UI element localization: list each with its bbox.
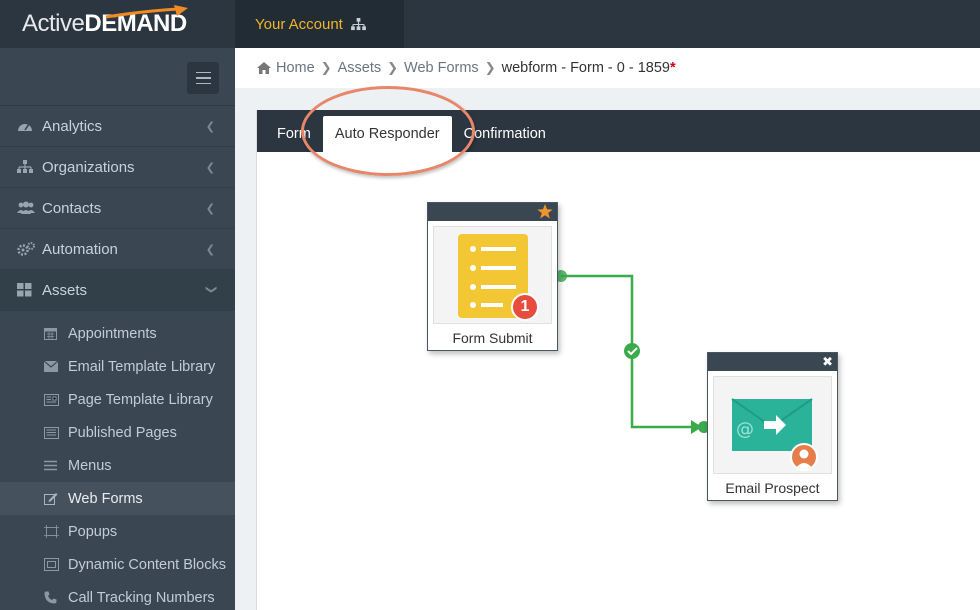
sidebar-item-web-forms[interactable]: Web Forms: [0, 482, 235, 515]
dashboard-icon: [17, 119, 37, 133]
sidebar-item-analytics[interactable]: Analytics ❮: [0, 106, 235, 147]
assets-submenu: Appointments Email Template Library Page…: [0, 311, 235, 610]
count-badge: 1: [511, 293, 539, 321]
node-body: 1: [433, 226, 552, 324]
logo-swoosh-icon: [105, 5, 188, 19]
sidebar-item-automation[interactable]: Automation ❮: [0, 229, 235, 270]
unsaved-marker: *: [670, 60, 676, 76]
workflow-canvas[interactable]: 1 Form Submit ✖ @ Email Prospect: [257, 152, 980, 610]
hamburger-menu-icon[interactable]: [187, 62, 219, 94]
sidebar-item-dynamic-content-blocks[interactable]: Dynamic Content Blocks: [0, 548, 235, 581]
breadcrumb: Home ❯ Assets ❯ Web Forms ❯ webform - Fo…: [235, 48, 980, 88]
home-icon[interactable]: [257, 62, 271, 74]
sidebar-item-call-tracking-numbers[interactable]: Call Tracking Numbers: [0, 581, 235, 610]
breadcrumb-web-forms-link[interactable]: Web Forms: [404, 60, 479, 76]
breadcrumb-assets-link[interactable]: Assets: [338, 60, 382, 76]
sidebar: Active DEMAND Analytics ❮ Organizations ❮…: [0, 0, 235, 610]
sidebar-item-appointments[interactable]: Appointments: [0, 317, 235, 350]
node-label: Email Prospect: [725, 480, 820, 496]
tab-confirmation[interactable]: Confirmation: [452, 116, 558, 152]
users-icon: [17, 201, 37, 215]
close-icon[interactable]: ✖: [822, 354, 833, 370]
node-header: ✖: [708, 353, 837, 371]
node-header: [428, 203, 557, 221]
breadcrumb-home-link[interactable]: Home: [276, 60, 315, 76]
brand-logo[interactable]: Active DEMAND: [0, 0, 235, 48]
page-template-icon: [44, 393, 60, 406]
sitemap-icon: [17, 160, 37, 174]
sidebar-item-published-pages[interactable]: Published Pages: [0, 416, 235, 449]
top-bar: Your Account: [235, 0, 980, 48]
sidebar-item-menus[interactable]: Menus: [0, 449, 235, 482]
gears-icon: [17, 242, 37, 256]
sidebar-item-organizations[interactable]: Organizations ❮: [0, 147, 235, 188]
chevron-right-icon: ❯: [320, 60, 332, 75]
sidebar-item-popups[interactable]: Popups: [0, 515, 235, 548]
form-submit-node[interactable]: 1 Form Submit: [427, 202, 558, 351]
sidebar-item-assets[interactable]: Assets ❮: [0, 270, 235, 311]
node-body: @: [713, 376, 832, 474]
workflow-connector: [555, 270, 710, 434]
chevron-left-icon: ❮: [205, 244, 215, 256]
menu-toggle-row: [0, 48, 235, 106]
node-label: Form Submit: [452, 330, 533, 346]
popup-icon: [44, 525, 60, 538]
breadcrumb-current: webform - Form - 0 - 1859: [501, 60, 671, 76]
tab-bar: Form Auto Responder Confirmation: [257, 86, 980, 176]
sidebar-item-email-template-library[interactable]: Email Template Library: [0, 350, 235, 383]
sidebar-item-page-template-library[interactable]: Page Template Library: [0, 383, 235, 416]
webform-panel: Form Auto Responder Confirmation 1 Form …: [256, 86, 980, 610]
envelope-icon: [44, 361, 60, 372]
tab-auto-responder[interactable]: Auto Responder: [322, 116, 452, 152]
tab-form[interactable]: Form: [265, 116, 323, 152]
grid-icon: [17, 283, 37, 297]
phone-icon: [44, 591, 60, 604]
chevron-right-icon: ❯: [387, 60, 399, 75]
chevron-right-icon: ❯: [484, 60, 496, 75]
chevron-down-icon: ❮: [204, 284, 217, 295]
sitemap-icon: [350, 17, 366, 31]
chevron-left-icon: ❮: [205, 162, 215, 174]
calendar-icon: [44, 327, 60, 340]
menu-bars-icon: [44, 460, 60, 471]
svg-text:@: @: [736, 419, 754, 440]
your-account-button[interactable]: Your Account: [235, 0, 404, 48]
sidebar-item-contacts[interactable]: Contacts ❮: [0, 188, 235, 229]
chevron-left-icon: ❮: [205, 121, 215, 133]
published-pages-icon: [44, 426, 60, 439]
edit-icon: [44, 492, 60, 505]
email-prospect-node[interactable]: ✖ @ Email Prospect: [707, 352, 838, 501]
user-avatar-icon: [790, 443, 818, 471]
star-icon: [537, 204, 553, 224]
chevron-left-icon: ❮: [205, 203, 215, 215]
dynamic-content-icon: [44, 558, 60, 571]
